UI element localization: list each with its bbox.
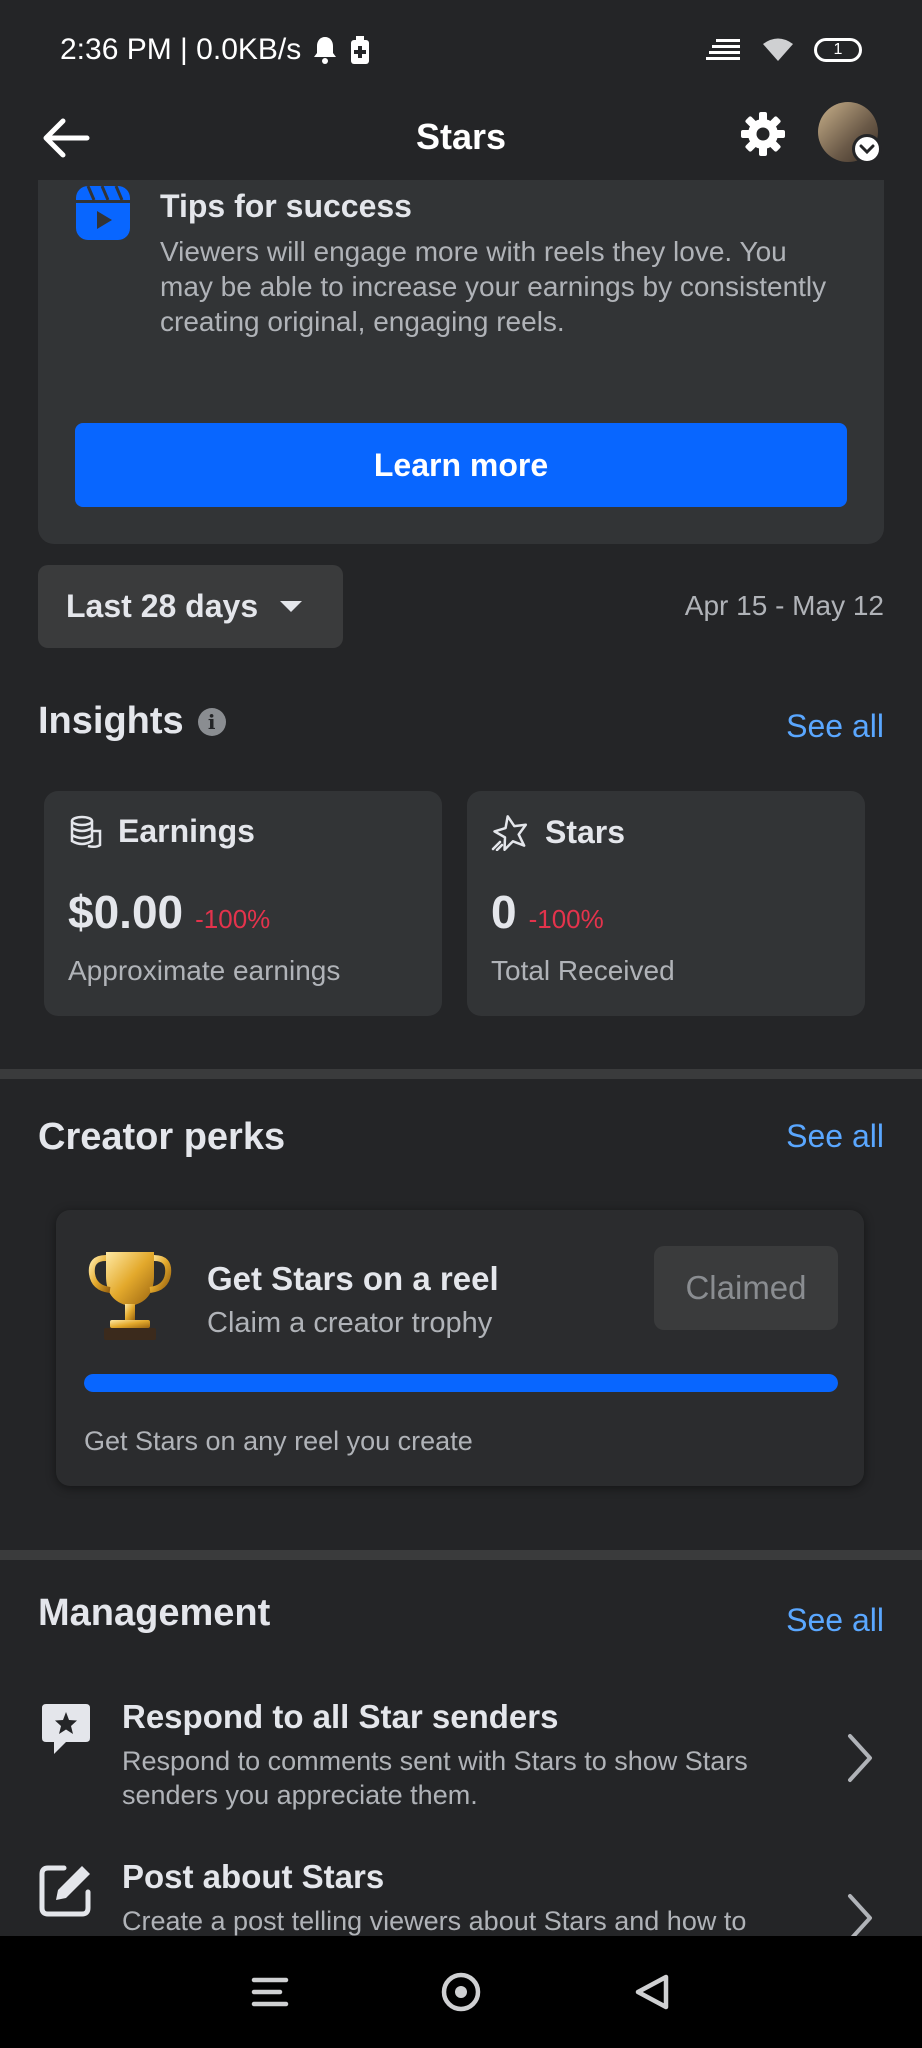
earnings-card[interactable]: Earnings $0.00 -100% Approximate earning…	[44, 791, 442, 1016]
account-switcher-badge[interactable]	[852, 134, 882, 164]
wifi-icon	[763, 38, 793, 61]
management-title: Management	[38, 1592, 271, 1634]
creator-perks-title: Creator perks	[38, 1116, 286, 1158]
stars-card[interactable]: Stars 0 -100% Total Received	[467, 791, 865, 1016]
date-range-dates: Apr 15 - May 12	[684, 590, 884, 621]
date-range-dropdown[interactable]: Last 28 days	[38, 565, 343, 648]
earnings-change: -100%	[195, 904, 271, 934]
reels-icon	[76, 186, 130, 240]
perk-progress-bar	[84, 1374, 838, 1392]
bell-icon	[314, 37, 337, 64]
status-time: 2:36 PM | 0.0KB/s	[60, 33, 302, 66]
stars-change: -100%	[528, 904, 604, 934]
list-item-respond-star-senders[interactable]: Respond to all Star senders Respond to c…	[0, 1692, 922, 1832]
date-range-label: Last 28 days	[66, 588, 259, 624]
tips-body: Viewers will engage more with reels they…	[160, 236, 827, 337]
system-nav-bar	[0, 1936, 922, 2048]
info-icon[interactable]: i	[197, 707, 226, 736]
status-bar: 2:36 PM | 0.0KB/s 1	[0, 0, 922, 100]
stars-value: 0	[491, 886, 517, 938]
list-item-description: Respond to comments sent with Stars to s…	[122, 1746, 748, 1810]
insights-header: Insights i	[38, 700, 226, 743]
menu-icon[interactable]	[250, 1975, 290, 2009]
tips-title: Tips for success	[160, 188, 412, 224]
trophy-icon	[88, 1252, 172, 1340]
perk-subtitle: Claim a creator trophy	[207, 1307, 493, 1339]
star-comment-icon	[42, 1704, 90, 1754]
back-triangle-icon[interactable]	[632, 1972, 672, 2012]
list-item-description: Create a post telling viewers about Star…	[122, 1906, 747, 1936]
perk-title: Get Stars on a reel	[207, 1260, 499, 1297]
earnings-value: $0.00	[68, 886, 184, 938]
learn-more-button[interactable]: Learn more	[75, 423, 847, 507]
chevron-down-icon	[859, 144, 875, 155]
list-item-title: Respond to all Star senders	[122, 1698, 559, 1735]
perk-progress-fill	[84, 1374, 838, 1392]
gear-icon	[741, 112, 785, 156]
creator-perks-see-all-link[interactable]: See all	[786, 1118, 884, 1155]
perk-card[interactable]: Get Stars on a reel Claim a creator trop…	[56, 1210, 864, 1486]
section-divider	[0, 1550, 922, 1560]
management-see-all-link[interactable]: See all	[786, 1602, 884, 1639]
coins-icon	[70, 815, 102, 848]
stars-sublabel: Total Received	[491, 955, 675, 986]
claimed-button[interactable]: Claimed	[654, 1246, 838, 1330]
battery-saver-icon	[351, 36, 370, 64]
caret-down-icon	[280, 601, 303, 612]
battery-level: 1	[833, 41, 843, 58]
insights-title: Insights	[38, 700, 184, 742]
edit-icon	[39, 1865, 91, 1917]
insights-see-all-link[interactable]: See all	[786, 708, 884, 745]
signal-icon	[706, 39, 740, 60]
stars-label: Stars	[545, 813, 626, 850]
earnings-sublabel: Approximate earnings	[68, 955, 341, 986]
app-header: Stars	[0, 100, 922, 180]
perk-footer: Get Stars on any reel you create	[84, 1426, 473, 1456]
tips-card: Tips for success Viewers will engage mor…	[38, 180, 884, 544]
list-item-title: Post about Stars	[122, 1858, 385, 1895]
earnings-label: Earnings	[118, 813, 255, 849]
settings-button[interactable]	[735, 106, 791, 162]
star-icon	[491, 815, 528, 851]
chevron-right-icon	[848, 1734, 872, 1782]
battery-icon: 1	[814, 38, 862, 62]
section-divider	[0, 1069, 922, 1079]
home-circle-icon[interactable]	[440, 1971, 482, 2013]
